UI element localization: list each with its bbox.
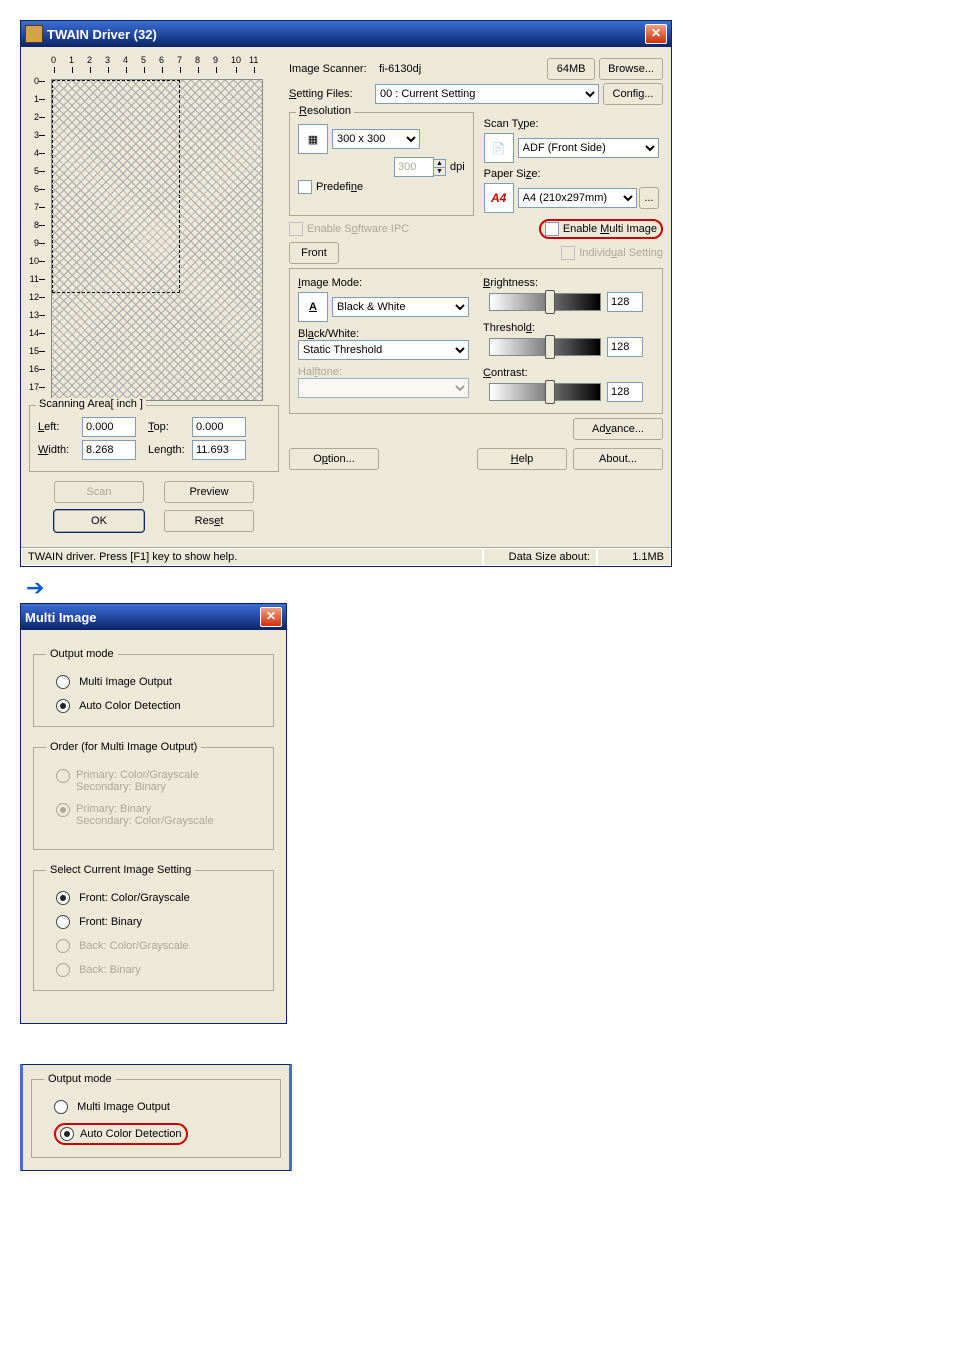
left-input[interactable] (82, 417, 136, 437)
advance-button[interactable]: Advance... (573, 418, 663, 440)
image-settings-group: Image Mode: A Black & White Black/White:… (289, 268, 663, 414)
dpi-spinner[interactable]: ▲▼ (433, 159, 446, 176)
status-help-text: TWAIN driver. Press [F1] key to show hel… (21, 548, 483, 566)
radio-multi-image-output[interactable] (56, 675, 70, 689)
width-input[interactable] (82, 440, 136, 460)
resolution-select[interactable]: 300 x 300 (332, 129, 420, 149)
threshold-slider[interactable] (489, 338, 601, 356)
top-input[interactable] (192, 417, 246, 437)
predefine-checkbox[interactable] (298, 180, 312, 194)
front-button[interactable]: Front (289, 242, 339, 264)
resolution-icon: ▦ (298, 124, 328, 154)
scan-button[interactable]: Scan (54, 481, 144, 503)
auto-color-detection-highlight: Auto Color Detection (54, 1123, 188, 1145)
close-icon[interactable]: ✕ (645, 24, 667, 44)
threshold-input[interactable] (607, 337, 643, 357)
ok-button[interactable]: OK (54, 510, 144, 532)
resolution-group: Resolution ▦ 300 x 300 ▲▼ dpi P (289, 112, 474, 216)
order-group: Order (for Multi Image Output) Primary: … (33, 741, 274, 850)
radio-auto-color-detection[interactable] (56, 699, 70, 713)
status-size-value: 1.1MB (597, 548, 671, 566)
multi-image-window: Multi Image ✕ Output mode Multi Image Ou… (20, 603, 287, 1024)
scan-type-label: Scan Type: (484, 118, 539, 130)
browse-button[interactable]: Browse... (599, 58, 663, 80)
enable-ipc-checkbox (289, 222, 303, 236)
halftone-select (298, 378, 469, 398)
close-icon[interactable]: ✕ (260, 607, 282, 627)
horizontal-ruler: 0 1 2 3 4 5 6 7 8 9 10 11 (51, 55, 279, 79)
app-icon (25, 25, 43, 43)
select-current-group: Select Current Image Setting Front: Colo… (33, 864, 274, 991)
mem-badge: 64MB (547, 58, 595, 80)
radio-back-binary (56, 963, 70, 977)
preview-canvas[interactable] (51, 79, 263, 401)
image-mode-select[interactable]: Black & White (332, 297, 469, 317)
paper-size-select[interactable]: A4 (210x297mm) (518, 188, 637, 208)
individual-setting-checkbox (561, 246, 575, 260)
a4-icon: A4 (484, 183, 514, 213)
contrast-input[interactable] (607, 382, 643, 402)
contrast-slider[interactable] (489, 383, 601, 401)
radio-auto-color-detection-frag[interactable] (60, 1127, 74, 1141)
paper-size-label: Paper Size: (484, 168, 541, 180)
black-white-select[interactable]: Static Threshold (298, 340, 469, 360)
radio-multi-image-output-frag[interactable] (54, 1100, 68, 1114)
radio-back-color (56, 939, 70, 953)
multi-image-title: Multi Image (25, 610, 97, 625)
selection-rect[interactable] (52, 80, 180, 293)
brightness-input[interactable] (607, 292, 643, 312)
preview-button[interactable]: Preview (164, 481, 254, 503)
help-button[interactable]: Help (477, 448, 567, 470)
radio-order-primary-binary (56, 803, 70, 817)
adf-icon: 📄 (484, 133, 514, 163)
output-mode-group-frag: Output mode Multi Image Output Auto Colo… (31, 1073, 281, 1158)
about-button[interactable]: About... (573, 448, 663, 470)
config-button[interactable]: Config... (603, 83, 663, 105)
enable-multi-image-highlight: Enable Multi Image (539, 219, 663, 239)
window-title: TWAIN Driver (32) (47, 27, 157, 42)
scanning-area-group: Scanning Area[ inch ] Left: Top: Width: … (29, 405, 279, 472)
option-button[interactable]: Option... (289, 448, 379, 470)
output-mode-group: Output mode Multi Image Output Auto Colo… (33, 648, 274, 727)
image-scanner-label: Image Scanner: (289, 63, 379, 75)
reset-button[interactable]: Reset (164, 510, 254, 532)
vertical-ruler: 0 1 2 3 4 5 6 7 8 9 10 11 12 13 14 15 16 (29, 79, 51, 401)
radio-order-primary-color (56, 769, 70, 783)
arrow-icon: ➔ (26, 575, 954, 601)
dpi-input (394, 157, 434, 177)
radio-front-color[interactable] (56, 891, 70, 905)
multi-image-titlebar: Multi Image ✕ (21, 604, 286, 630)
radio-front-binary[interactable] (56, 915, 70, 929)
length-input[interactable] (192, 440, 246, 460)
image-mode-icon: A (298, 292, 328, 322)
enable-multi-image-checkbox[interactable] (545, 222, 559, 236)
output-mode-fragment: Output mode Multi Image Output Auto Colo… (20, 1064, 292, 1171)
setting-files-select[interactable]: 00 : Current Setting (375, 84, 599, 104)
status-size-label: Data Size about: (483, 548, 597, 566)
scan-type-select[interactable]: ADF (Front Side) (518, 138, 659, 158)
statusbar: TWAIN driver. Press [F1] key to show hel… (21, 547, 671, 566)
paper-size-browse[interactable]: ... (639, 187, 659, 209)
image-scanner-value: fi-6130dj (379, 63, 547, 75)
twain-driver-window: TWAIN Driver (32) ✕ 0 1 2 3 4 5 6 7 8 9 … (20, 20, 672, 567)
brightness-slider[interactable] (489, 293, 601, 311)
titlebar: TWAIN Driver (32) ✕ (21, 21, 671, 47)
